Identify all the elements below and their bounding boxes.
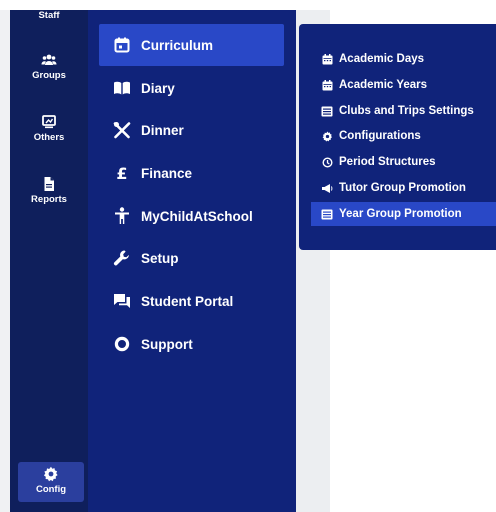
submenu-item-academic-years[interactable]: Academic Years bbox=[311, 73, 496, 97]
config-menu: Curriculum Diary Dinner £ Finance MyChil… bbox=[88, 10, 296, 512]
submenu-item-tutor-group-promotion[interactable]: Tutor Group Promotion bbox=[311, 176, 496, 200]
menu-item-label: Diary bbox=[141, 80, 175, 96]
submenu-item-label: Configurations bbox=[339, 130, 421, 142]
menu-item-label: MyChildAtSchool bbox=[141, 208, 253, 224]
book-icon bbox=[113, 79, 131, 97]
rail-item-label: Others bbox=[33, 132, 65, 143]
calendar-icon bbox=[113, 36, 131, 54]
menu-item-dinner[interactable]: Dinner bbox=[99, 109, 284, 151]
chat-icon bbox=[113, 292, 131, 310]
menu-item-support[interactable]: Support bbox=[99, 323, 284, 365]
submenu-item-label: Period Structures bbox=[339, 156, 436, 168]
submenu-item-label: Year Group Promotion bbox=[339, 208, 462, 220]
menu-item-label: Student Portal bbox=[141, 293, 234, 309]
menu-item-label: Finance bbox=[141, 165, 193, 181]
menu-item-label: Setup bbox=[141, 250, 179, 266]
rail-item-others[interactable]: Others bbox=[10, 114, 88, 143]
icon-rail: Staff Groups Others Reports Config bbox=[10, 10, 88, 512]
gear-icon bbox=[321, 130, 333, 142]
menu-item-label: Curriculum bbox=[141, 37, 214, 53]
rail-item-groups[interactable]: Groups bbox=[10, 52, 88, 81]
menu-item-label: Support bbox=[141, 336, 193, 352]
submenu-item-period-structures[interactable]: Period Structures bbox=[311, 150, 496, 174]
rail-item-label: Reports bbox=[31, 194, 67, 205]
megaphone-icon bbox=[321, 182, 333, 194]
top-strip bbox=[0, 0, 496, 10]
rail-item-reports[interactable]: Reports bbox=[10, 176, 88, 205]
submenu-item-label: Academic Days bbox=[339, 53, 425, 65]
submenu-item-label: Academic Years bbox=[339, 79, 428, 91]
submenu-item-label: Tutor Group Promotion bbox=[339, 182, 466, 194]
curriculum-submenu: Academic Days Academic Years Clubs and T… bbox=[299, 24, 496, 250]
calendar-icon bbox=[321, 53, 333, 65]
submenu-item-label: Clubs and Trips Settings bbox=[339, 105, 474, 117]
list-icon bbox=[321, 105, 333, 117]
gear-icon bbox=[43, 466, 58, 482]
rail-item-label: Staff bbox=[38, 10, 60, 21]
rail-item-staff[interactable]: Staff bbox=[10, 10, 88, 21]
menu-item-diary[interactable]: Diary bbox=[99, 67, 284, 109]
presentation-icon bbox=[42, 115, 56, 129]
rail-item-label: Config bbox=[35, 484, 67, 495]
rail-item-label: Groups bbox=[32, 70, 66, 81]
submenu-item-year-group-promotion[interactable]: Year Group Promotion bbox=[311, 202, 496, 226]
list-icon bbox=[321, 208, 333, 220]
submenu-item-academic-days[interactable]: Academic Days bbox=[311, 47, 496, 71]
cutlery-icon bbox=[113, 121, 131, 139]
document-icon bbox=[44, 177, 54, 191]
menu-item-setup[interactable]: Setup bbox=[99, 237, 284, 279]
child-icon bbox=[113, 207, 131, 225]
calendar-icon bbox=[321, 79, 333, 91]
rail-item-config[interactable]: Config bbox=[18, 462, 84, 502]
submenu-item-clubs-and-trips-settings[interactable]: Clubs and Trips Settings bbox=[311, 99, 496, 123]
timer-icon bbox=[321, 156, 333, 168]
menu-item-finance[interactable]: £ Finance bbox=[99, 152, 284, 194]
menu-item-student-portal[interactable]: Student Portal bbox=[99, 280, 284, 322]
menu-item-mychildatschool[interactable]: MyChildAtSchool bbox=[99, 195, 284, 237]
wrench-icon bbox=[113, 249, 131, 267]
ring-icon bbox=[113, 335, 131, 353]
pound-icon: £ bbox=[116, 163, 128, 183]
menu-item-label: Dinner bbox=[141, 122, 184, 138]
menu-item-curriculum[interactable]: Curriculum bbox=[99, 24, 284, 66]
submenu-item-configurations[interactable]: Configurations bbox=[311, 124, 496, 148]
users-icon bbox=[41, 54, 57, 65]
